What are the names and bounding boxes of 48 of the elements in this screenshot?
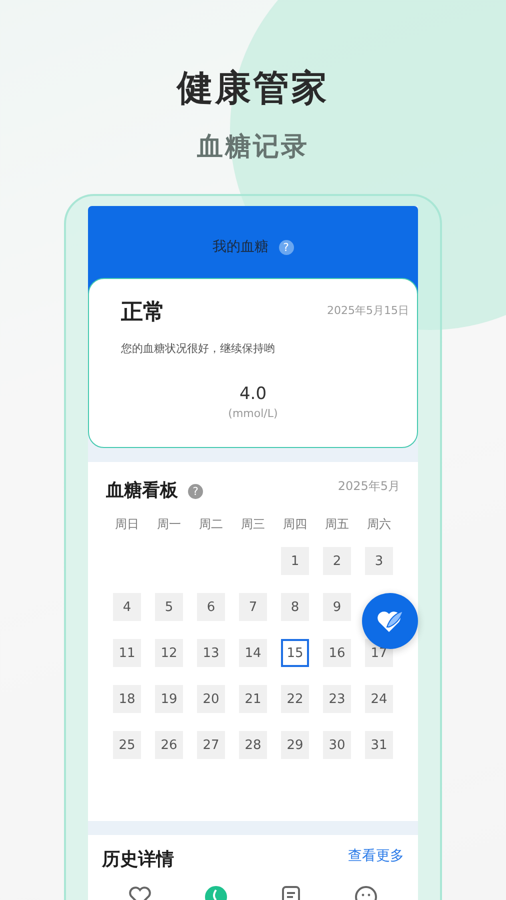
app-headline: 健康管家 bbox=[177, 67, 329, 111]
board-title: 血糖看板 bbox=[106, 479, 178, 502]
glucose-unit: (mmol/L) bbox=[228, 407, 278, 420]
calendar-day[interactable]: 21 bbox=[239, 685, 267, 713]
calendar-day[interactable]: 31 bbox=[365, 731, 393, 759]
calendar-day[interactable]: 13 bbox=[197, 639, 225, 667]
calendar-month: 2025年5月 bbox=[338, 478, 400, 495]
weekday-label: 周日 bbox=[114, 516, 140, 533]
calendar-day[interactable]: 3 bbox=[365, 547, 393, 575]
weekday-label: 周六 bbox=[366, 516, 392, 533]
feature-subtitle: 血糖记录 bbox=[197, 131, 309, 164]
calendar-day[interactable]: 28 bbox=[239, 731, 267, 759]
calendar-day[interactable]: 7 bbox=[239, 593, 267, 621]
calendar-day[interactable]: 26 bbox=[155, 731, 183, 759]
calendar-day[interactable]: 20 bbox=[197, 685, 225, 713]
weekday-label: 周一 bbox=[156, 516, 182, 533]
calendar-day[interactable]: 6 bbox=[197, 593, 225, 621]
weekday-label: 周五 bbox=[324, 516, 350, 533]
calendar-day[interactable]: 15 bbox=[281, 639, 309, 667]
calendar-day[interactable]: 5 bbox=[155, 593, 183, 621]
calendar-day[interactable]: 27 bbox=[197, 731, 225, 759]
weekday-label: 周二 bbox=[198, 516, 224, 533]
status-label: 正常 bbox=[121, 299, 165, 327]
calendar-day[interactable]: 18 bbox=[113, 685, 141, 713]
calendar-day[interactable]: 22 bbox=[281, 685, 309, 713]
calendar-day[interactable]: 30 bbox=[323, 731, 351, 759]
calendar-day[interactable]: 8 bbox=[281, 593, 309, 621]
record-date: 2025年5月15日 bbox=[327, 303, 409, 318]
calendar-day[interactable]: 29 bbox=[281, 731, 309, 759]
calendar-day[interactable]: 14 bbox=[239, 639, 267, 667]
calendar-day[interactable]: 19 bbox=[155, 685, 183, 713]
calendar-day[interactable]: 9 bbox=[323, 593, 351, 621]
calendar-day[interactable]: 4 bbox=[113, 593, 141, 621]
glucose-value: 4.0 bbox=[239, 384, 267, 404]
calendar-day[interactable]: 25 bbox=[113, 731, 141, 759]
calendar-day[interactable]: 1 bbox=[281, 547, 309, 575]
status-message: 您的血糖状况很好，继续保持哟 bbox=[121, 341, 276, 356]
calendar-day[interactable]: 16 bbox=[323, 639, 351, 667]
header-title: 我的血糖 bbox=[212, 238, 268, 257]
calendar-day[interactable]: 23 bbox=[323, 685, 351, 713]
calendar-day[interactable]: 12 bbox=[155, 639, 183, 667]
calendar-day[interactable]: 24 bbox=[365, 685, 393, 713]
calendar-day[interactable]: 2 bbox=[323, 547, 351, 575]
history-title: 历史详情 bbox=[102, 848, 174, 871]
view-more-link[interactable]: 查看更多 bbox=[348, 847, 404, 865]
calendar-day[interactable]: 11 bbox=[113, 639, 141, 667]
weekday-label: 周三 bbox=[240, 516, 266, 533]
weekday-label: 周四 bbox=[282, 516, 308, 533]
